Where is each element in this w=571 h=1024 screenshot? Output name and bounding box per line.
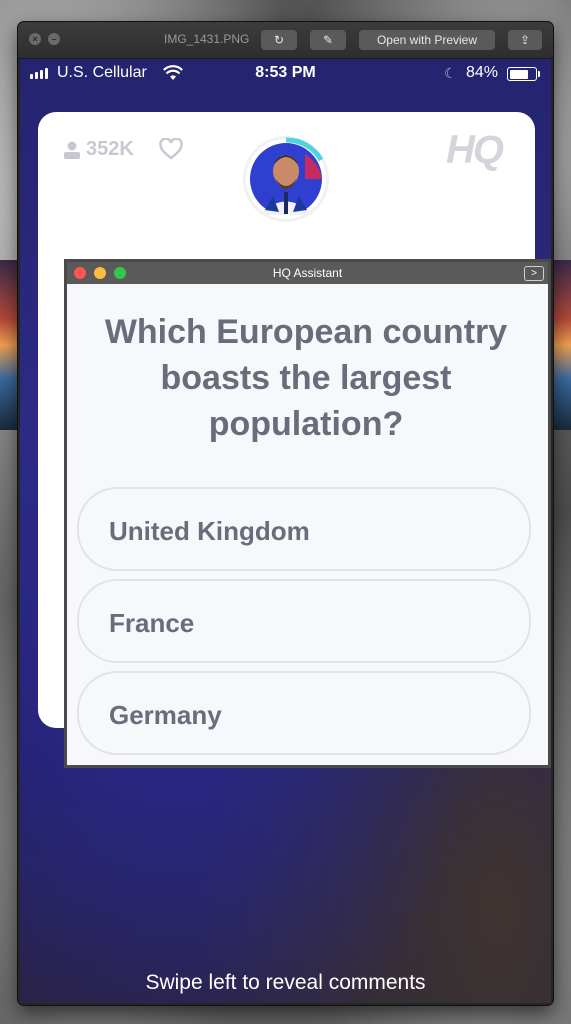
player-count-value: 352K xyxy=(86,138,134,160)
answer-option-label: Germany xyxy=(109,700,222,730)
hq-logo: HQ xyxy=(446,128,504,172)
moon-icon: ☾ xyxy=(444,65,457,81)
hq-game-card: 352K HQ HQ Assistant > Which European co… xyxy=(38,112,551,768)
player-count: 352K xyxy=(64,138,134,161)
question-text: Which European country boasts the larges… xyxy=(104,313,508,443)
open-with-preview-button[interactable]: Open with Preview xyxy=(359,30,495,50)
share-icon: ⇪ xyxy=(519,33,531,47)
status-bar: U.S. Cellular 8:53 PM ☾ 84% xyxy=(20,59,551,87)
preview-window: × – IMG_1431.PNG ↻ ✎ Open with Preview ⇪… xyxy=(18,22,553,1005)
host-avatar xyxy=(243,136,329,222)
share-button[interactable]: ⇪ xyxy=(508,30,542,50)
assistant-titlebar: HQ Assistant > xyxy=(64,259,551,284)
user-icon xyxy=(64,141,80,159)
background-strip-left xyxy=(0,260,20,430)
assistant-title: HQ Assistant xyxy=(272,266,343,280)
markup-icon: ✎ xyxy=(322,33,334,47)
markup-button[interactable]: ✎ xyxy=(310,30,346,50)
swipe-hint: Swipe left to reveal comments xyxy=(145,971,426,994)
answer-option-label: France xyxy=(109,608,195,638)
background-strip-right xyxy=(551,260,571,430)
answer-option-label: United Kingdom xyxy=(109,516,310,546)
heart-icon[interactable] xyxy=(159,138,183,160)
answer-option-3[interactable]: Germany xyxy=(77,671,531,755)
preview-toolbar: × – IMG_1431.PNG ↻ ✎ Open with Preview ⇪ xyxy=(18,22,553,59)
answer-option-2[interactable]: France xyxy=(77,579,531,663)
phone-screen: U.S. Cellular 8:53 PM ☾ 84% 352K HQ HQ A… xyxy=(20,59,551,1003)
hq-assistant-window: HQ Assistant > Which European country bo… xyxy=(64,259,551,768)
window-minimize-button[interactable]: – xyxy=(48,33,60,45)
rotate-icon: ↻ xyxy=(273,33,285,47)
battery-icon xyxy=(507,67,540,81)
rotate-button[interactable]: ↻ xyxy=(261,30,297,50)
window-close-button[interactable]: × xyxy=(29,33,41,45)
answer-option-1[interactable]: United Kingdom xyxy=(77,487,531,571)
assistant-expand-button[interactable]: > xyxy=(524,266,544,281)
preview-filename: IMG_1431.PNG xyxy=(164,32,250,46)
battery-percent: 84% xyxy=(466,64,499,81)
